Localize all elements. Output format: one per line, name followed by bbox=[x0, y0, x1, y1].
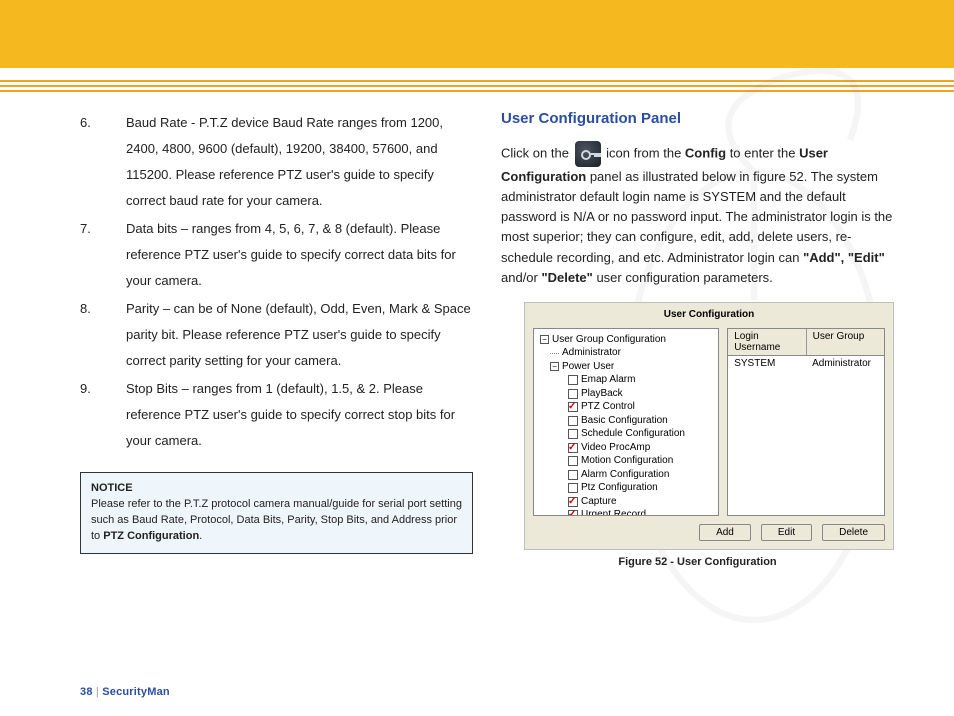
checkbox[interactable] bbox=[568, 456, 578, 466]
checkbox[interactable] bbox=[568, 389, 578, 399]
user-table: Login Username User Group SYSTEM Adminis… bbox=[727, 328, 885, 516]
header-band bbox=[0, 0, 954, 68]
list-item: 9. Stop Bits – ranges from 1 (default), … bbox=[80, 376, 473, 454]
tree-item: Schedule Configuration bbox=[581, 427, 685, 441]
tree-root: User Group Configuration bbox=[552, 333, 666, 347]
notice-box: NOTICE Please refer to the P.T.Z protoco… bbox=[80, 472, 473, 554]
list-number: 9. bbox=[80, 376, 126, 454]
page-number: 38 bbox=[80, 686, 93, 698]
screenshot-title: User Configuration bbox=[533, 309, 885, 320]
brand-name: SecurityMan bbox=[102, 686, 170, 698]
left-column: 6. Baud Rate - P.T.Z device Baud Rate ra… bbox=[80, 110, 473, 666]
list-item: 8. Parity – can be of None (default), Od… bbox=[80, 296, 473, 374]
tree-item: PlayBack bbox=[581, 387, 623, 401]
checkbox[interactable] bbox=[568, 375, 578, 385]
edit-button[interactable]: Edit bbox=[761, 524, 812, 541]
checkbox[interactable] bbox=[568, 470, 578, 480]
tree-item: Urgent Record bbox=[581, 508, 646, 516]
key-icon bbox=[575, 141, 601, 167]
checkbox[interactable] bbox=[568, 497, 578, 507]
cell-username: SYSTEM bbox=[728, 356, 806, 371]
tree-node[interactable]: Administrator bbox=[562, 346, 621, 360]
right-column: User Configuration Panel Click on the ic… bbox=[501, 110, 894, 666]
tree-item: Ptz Configuration bbox=[581, 481, 658, 495]
add-button[interactable]: Add bbox=[699, 524, 751, 541]
footer-sep: | bbox=[93, 686, 103, 698]
tree-item: Alarm Configuration bbox=[581, 468, 669, 482]
list-number: 7. bbox=[80, 216, 126, 294]
checkbox[interactable] bbox=[568, 510, 578, 516]
checkbox[interactable] bbox=[568, 429, 578, 439]
tree-item: Emap Alarm bbox=[581, 373, 635, 387]
checkbox[interactable] bbox=[568, 402, 578, 412]
col-header: Login Username bbox=[728, 329, 806, 355]
list-item: 6. Baud Rate - P.T.Z device Baud Rate ra… bbox=[80, 110, 473, 214]
tree-panel: −User Group Configuration Administrator … bbox=[533, 328, 719, 516]
list-item: 7. Data bits – ranges from 4, 5, 6, 7, &… bbox=[80, 216, 473, 294]
page-footer: 38 | SecurityMan bbox=[80, 686, 170, 698]
list-text: Stop Bits – ranges from 1 (default), 1.5… bbox=[126, 376, 473, 454]
col-header: User Group bbox=[807, 329, 884, 355]
intro-paragraph: Click on the icon from the Config to ent… bbox=[501, 141, 894, 288]
figure-caption: Figure 52 - User Configuration bbox=[501, 556, 894, 568]
user-config-screenshot: User Configuration −User Group Configura… bbox=[524, 302, 894, 550]
list-text: Data bits – ranges from 4, 5, 6, 7, & 8 … bbox=[126, 216, 473, 294]
delete-button[interactable]: Delete bbox=[822, 524, 885, 541]
notice-title: NOTICE bbox=[91, 481, 462, 497]
tree-item: Motion Configuration bbox=[581, 454, 673, 468]
checkbox[interactable] bbox=[568, 443, 578, 453]
section-title: User Configuration Panel bbox=[501, 110, 894, 127]
header-rules bbox=[0, 80, 954, 96]
list-number: 8. bbox=[80, 296, 126, 374]
notice-body: Please refer to the P.T.Z protocol camer… bbox=[91, 498, 462, 542]
tree-item: Video ProcAmp bbox=[581, 441, 650, 455]
tree-node[interactable]: Power User bbox=[562, 360, 614, 374]
table-row[interactable]: SYSTEM Administrator bbox=[728, 356, 884, 371]
list-number: 6. bbox=[80, 110, 126, 214]
header-stripe bbox=[0, 68, 954, 80]
page-content: 6. Baud Rate - P.T.Z device Baud Rate ra… bbox=[80, 110, 894, 666]
tree-item: Capture bbox=[581, 495, 617, 509]
list-text: Baud Rate - P.T.Z device Baud Rate range… bbox=[126, 110, 473, 214]
cell-group: Administrator bbox=[806, 356, 884, 371]
collapse-icon[interactable]: − bbox=[550, 362, 559, 371]
tree-item: PTZ Control bbox=[581, 400, 635, 414]
checkbox[interactable] bbox=[568, 483, 578, 493]
tree-item: Basic Configuration bbox=[581, 414, 668, 428]
list-text: Parity – can be of None (default), Odd, … bbox=[126, 296, 473, 374]
checkbox[interactable] bbox=[568, 416, 578, 426]
collapse-icon[interactable]: − bbox=[540, 335, 549, 344]
